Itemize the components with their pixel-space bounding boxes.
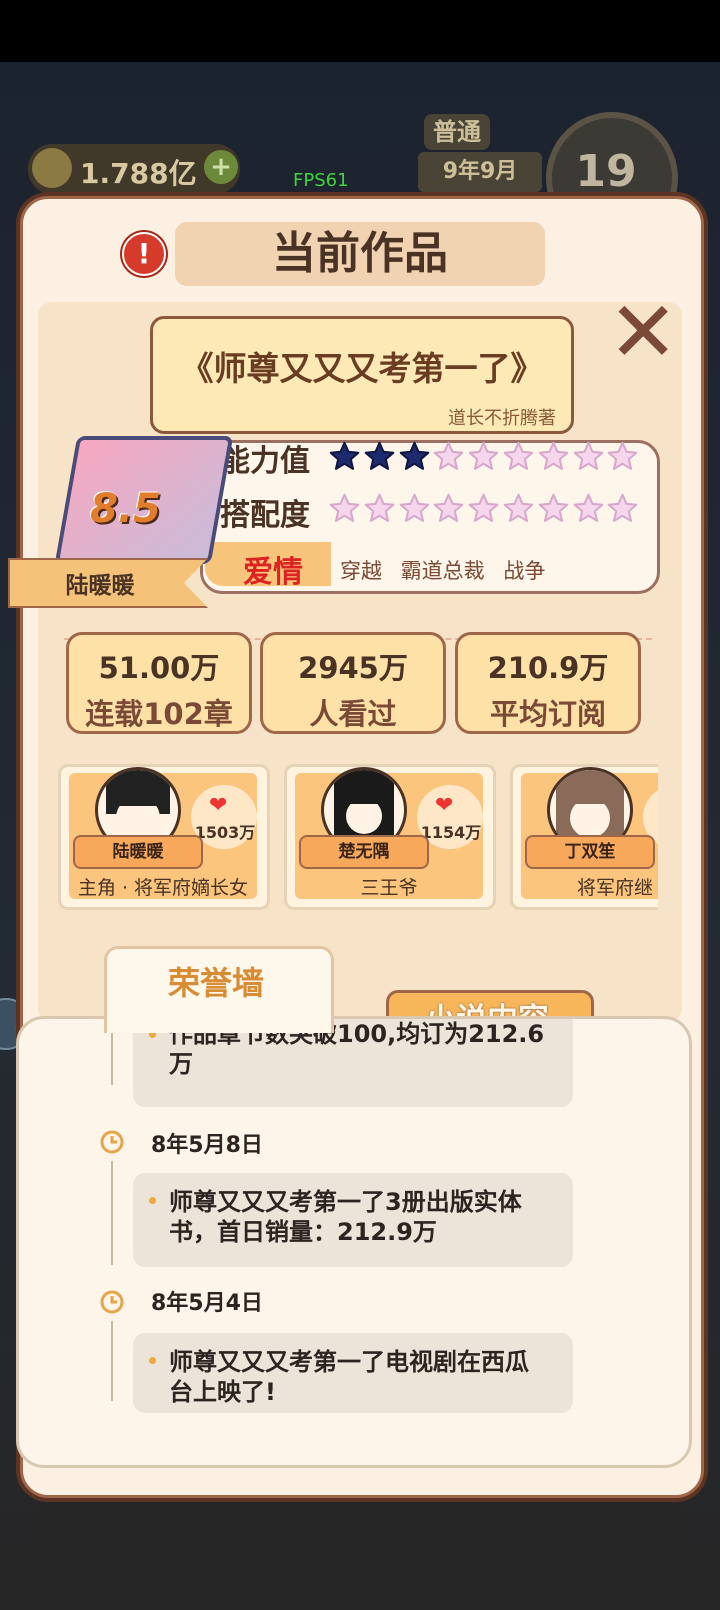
day-number: 19	[575, 146, 637, 197]
character-name: 楚无隅	[299, 835, 429, 869]
coin-icon	[32, 148, 72, 188]
star-empty-icon	[573, 493, 603, 522]
character-role: 主角 · 将军府嫡长女	[77, 877, 249, 899]
character-card-body: ❤ 丁双笙 将军府继	[521, 767, 658, 899]
star-empty-icon	[434, 493, 464, 522]
timeline-entry: 师尊又又又考第一了电视剧在西瓜台上映了!	[133, 1333, 573, 1413]
star-empty-icon	[329, 493, 360, 522]
star-empty-icon	[399, 493, 429, 522]
author-credit: 道长不折腾著	[448, 408, 556, 429]
stat-chapters: 51.00万 连载102章	[66, 632, 252, 734]
character-name: 丁双笙	[525, 835, 655, 869]
timeline-date: 8年5月8日	[151, 1133, 263, 1158]
star-empty-icon	[538, 441, 569, 470]
character-card-body: ❤ 1154万 楚无隅 三王爷	[295, 767, 483, 899]
honor-timeline[interactable]: 作品章节数突破100,均订为212.6万 8年5月8日 师尊又又又考第一了3册出…	[16, 1016, 692, 1468]
star-empty-icon	[608, 493, 638, 522]
character-likes: 1154万	[420, 823, 482, 842]
stat-subscriptions: 210.9万 平均订阅	[455, 632, 641, 734]
difficulty-badge: 普通	[424, 114, 490, 150]
star-empty-icon	[468, 493, 499, 522]
star-empty-icon	[573, 441, 603, 470]
stat-value: 210.9万	[487, 651, 609, 685]
game-date: 9年9月	[418, 152, 542, 192]
timeline-entry: 师尊又又又考第一了3册出版实体书，首日销量：212.9万	[133, 1173, 573, 1267]
timeline-line	[111, 1321, 113, 1401]
star-empty-icon	[538, 493, 569, 522]
star-empty-icon	[364, 493, 395, 522]
stat-label: 连载102章	[85, 697, 233, 731]
genre-tags: 穿越 霸道总裁 战争	[340, 559, 546, 583]
protagonist-name: 陆暖暖	[65, 573, 135, 599]
bullet-icon	[149, 1197, 156, 1204]
bottom-bar	[40, 1494, 680, 1610]
character-role: 三王爷	[360, 877, 418, 899]
timeline-date: 8年5月4日	[151, 1291, 263, 1316]
character-name: 陆暖暖	[73, 835, 203, 869]
alert-icon[interactable]: !	[122, 232, 166, 276]
heart-icon: ❤	[209, 793, 228, 818]
star-filled-icon	[364, 441, 395, 470]
tab-honor-label[interactable]: 荣誉墙	[104, 958, 328, 1004]
star-empty-icon	[503, 441, 534, 470]
close-icon[interactable]: ✕	[608, 290, 678, 374]
character-likes: 1503万	[194, 823, 256, 842]
star-filled-icon	[329, 441, 360, 470]
star-empty-icon	[608, 441, 638, 470]
character-role: 将军府继	[576, 877, 653, 899]
star-empty-icon	[503, 493, 534, 522]
stat-value: 51.00万	[98, 651, 220, 685]
timeline-entry-text: 师尊又又又考第一了3册出版实体书，首日销量：212.9万	[169, 1188, 522, 1246]
character-list[interactable]: ❤ 1503万 陆暖暖 主角 · 将军府嫡长女 ❤ 1154万 楚无隅 三王爷 …	[58, 762, 658, 912]
match-label: 搭配度	[220, 498, 310, 533]
book-title: 《师尊又又又考第一了》	[180, 349, 544, 388]
fps-counter: FPS61	[293, 170, 349, 191]
character-card[interactable]: ❤ 丁双笙 将军府继	[510, 764, 658, 910]
ability-label: 能力值	[220, 444, 310, 479]
book-score: 8.5	[90, 486, 161, 532]
genre-label: 爱情	[243, 555, 303, 590]
clock-icon	[100, 1290, 124, 1314]
coin-counter: 1.788亿 +	[28, 144, 240, 194]
bullet-icon	[149, 1357, 156, 1364]
clock-icon	[100, 1130, 124, 1154]
stat-value: 2945万	[298, 651, 408, 685]
star-filled-icon	[399, 441, 429, 470]
star-empty-icon	[434, 441, 464, 470]
star-empty-icon	[468, 441, 499, 470]
stat-label: 平均订阅	[489, 697, 606, 731]
character-card-body: ❤ 1503万 陆暖暖 主角 · 将军府嫡长女	[69, 767, 257, 899]
stat-readers: 2945万 人看过	[260, 632, 446, 734]
coin-amount: 1.788亿	[80, 157, 197, 190]
timeline-line	[111, 1161, 113, 1265]
character-card[interactable]: ❤ 1503万 陆暖暖 主角 · 将军府嫡长女	[58, 764, 270, 910]
character-card[interactable]: ❤ 1154万 楚无隅 三王爷	[284, 764, 496, 910]
stat-label: 人看过	[309, 697, 397, 731]
add-coins-button[interactable]: +	[204, 150, 238, 184]
timeline-entry-text: 师尊又又又考第一了电视剧在西瓜台上映了!	[169, 1348, 529, 1406]
heart-icon: ❤	[435, 793, 454, 818]
page-title: 当前作品	[272, 228, 448, 279]
